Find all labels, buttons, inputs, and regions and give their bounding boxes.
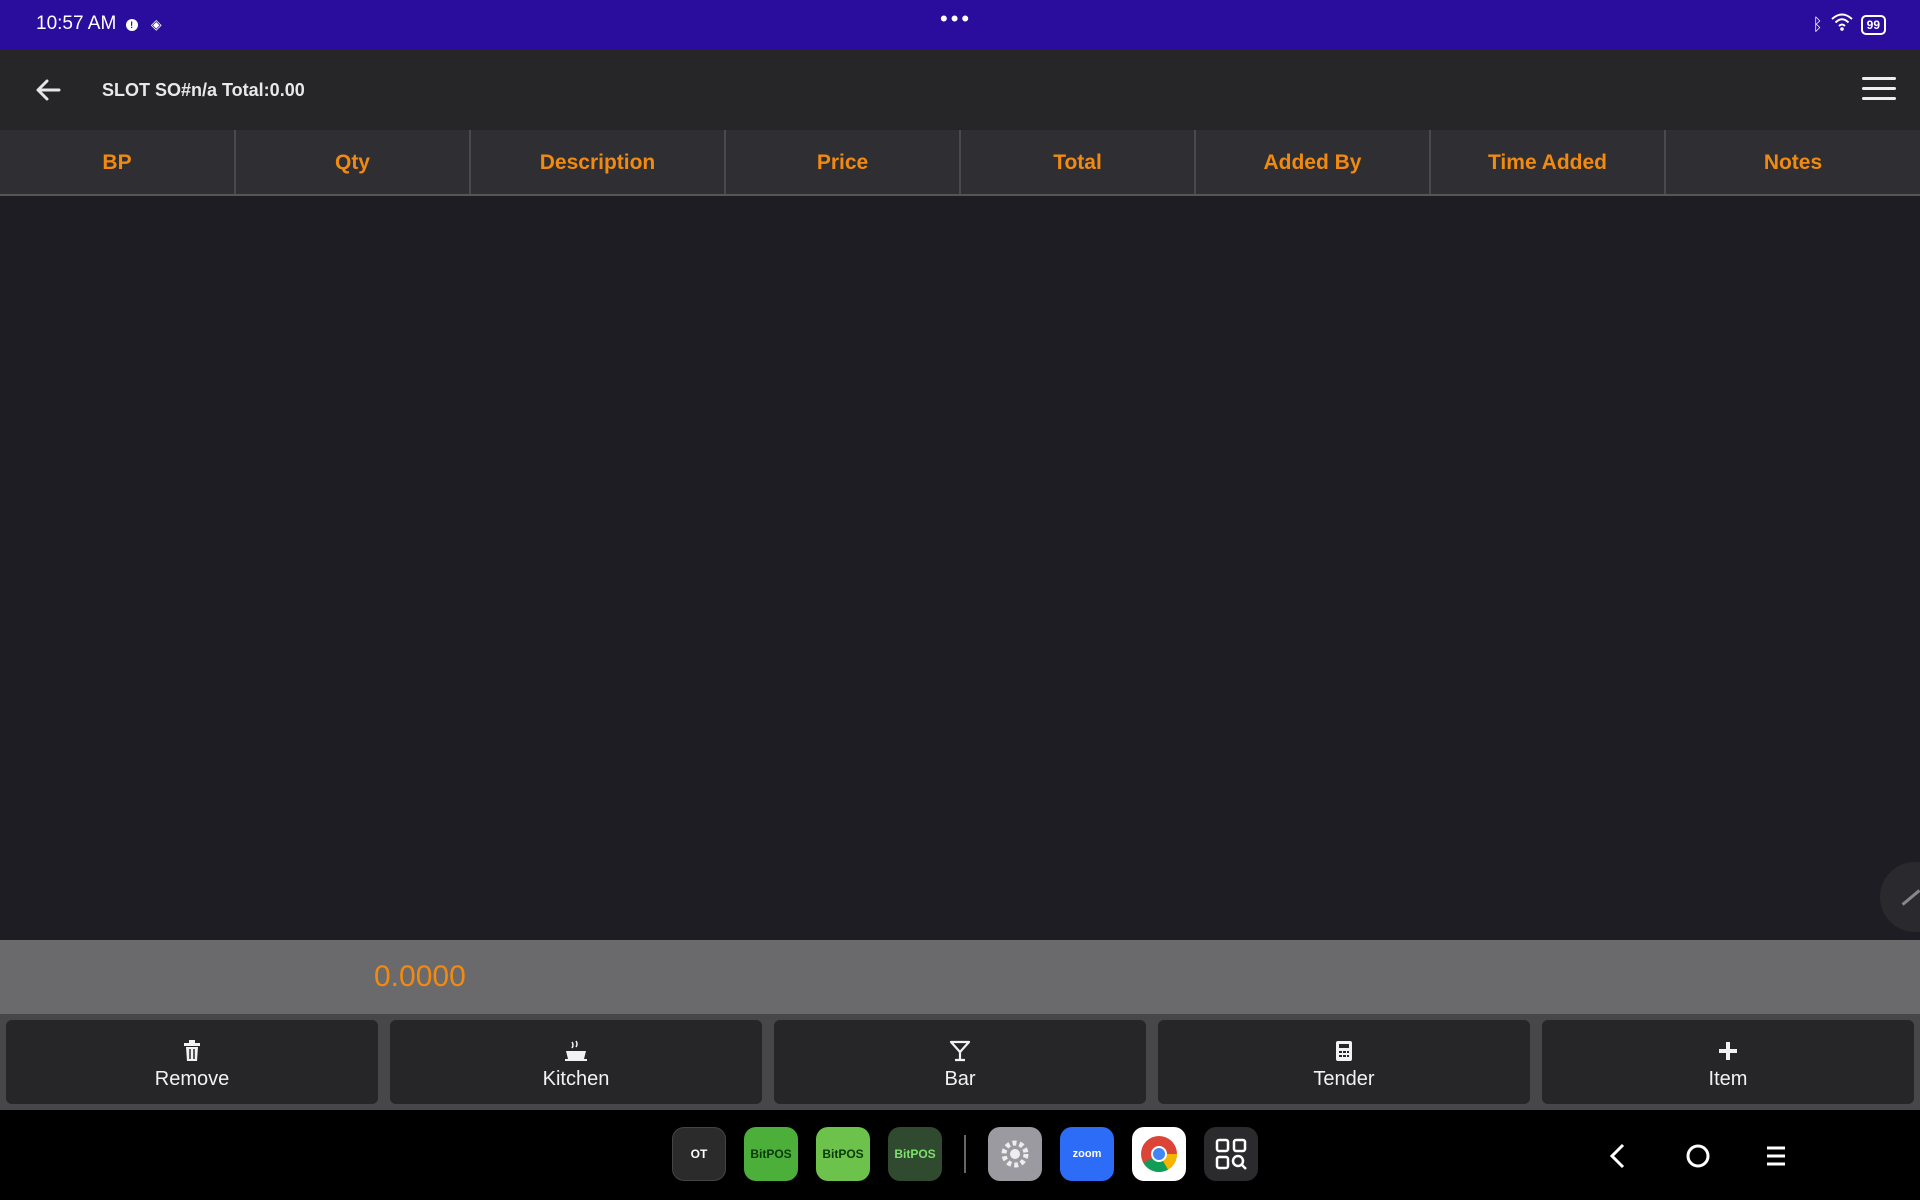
item-label: Item xyxy=(1708,1068,1748,1090)
app-dock: OT BitPOS BitPOS BitPOS zoom xyxy=(672,1127,1258,1181)
info-icon: ! xyxy=(125,19,138,31)
menu-line xyxy=(1862,87,1896,90)
column-header-bp[interactable]: BP xyxy=(0,130,236,194)
tender-label: Tender xyxy=(1313,1068,1375,1090)
motp-app-label: OT xyxy=(690,1147,708,1161)
kitchen-label: Kitchen xyxy=(542,1068,610,1090)
battery-icon: 99 xyxy=(1860,14,1886,35)
plus-icon xyxy=(1542,1040,1914,1066)
clock-text: 10:57 AM xyxy=(36,13,117,34)
nav-back-icon[interactable] xyxy=(1596,1134,1640,1178)
status-icons: ᛒ 99 xyxy=(1812,13,1886,36)
remove-label: Remove xyxy=(154,1068,230,1090)
status-bar: 10:57 AM ! ◈ ••• ᛒ 99 xyxy=(0,0,1920,50)
bar-button[interactable]: Bar xyxy=(774,1020,1146,1104)
settings-app-icon[interactable] xyxy=(988,1127,1042,1181)
column-header-price[interactable]: Price xyxy=(726,130,961,194)
page-title: SLOT SO#n/a Total:0.00 xyxy=(102,80,305,100)
wifi-icon xyxy=(1830,13,1853,36)
bitpos-attendance-app-label: BitPOS xyxy=(822,1147,864,1161)
column-header-notes[interactable]: Notes xyxy=(1666,130,1920,194)
kitchen-button[interactable]: Kitchen xyxy=(390,1020,762,1104)
column-header-description[interactable]: Description xyxy=(471,130,726,194)
status-time: 10:57 AM ! ◈ xyxy=(36,13,162,35)
bitpos-terminal-app-icon[interactable]: BitPOS xyxy=(888,1127,942,1181)
bar-label: Bar xyxy=(944,1068,976,1090)
column-header-time-added[interactable]: Time Added xyxy=(1431,130,1666,194)
motp-app-icon[interactable]: OT xyxy=(672,1127,726,1181)
remove-button[interactable]: Remove xyxy=(6,1020,378,1104)
dock-divider xyxy=(964,1135,966,1173)
app-bar: SLOT SO#n/a Total:0.00 xyxy=(0,50,1920,130)
zoom-app-label: zoom xyxy=(1072,1148,1102,1160)
menu-line xyxy=(1862,97,1896,100)
trash-icon xyxy=(6,1040,378,1066)
table-header: BP Qty Description Price Total Added By … xyxy=(0,130,1920,196)
bluetooth-icon: ᛒ xyxy=(1812,14,1823,34)
cocktail-glass-icon xyxy=(774,1040,1146,1066)
bitpos-app-icon[interactable]: BitPOS xyxy=(744,1127,798,1181)
app-drawer-icon[interactable] xyxy=(1204,1127,1258,1181)
chrome-app-icon[interactable] xyxy=(1132,1127,1186,1181)
status-center-dots[interactable]: ••• xyxy=(940,6,972,32)
table-body[interactable] xyxy=(0,198,1920,940)
menu-line xyxy=(1862,77,1896,80)
hamburger-menu-icon[interactable] xyxy=(1856,70,1902,110)
cast-icon: ◈ xyxy=(150,16,162,32)
nav-home-icon[interactable] xyxy=(1676,1134,1720,1178)
tender-button[interactable]: Tender xyxy=(1158,1020,1530,1104)
back-arrow-icon[interactable] xyxy=(26,68,70,112)
cooking-pot-icon xyxy=(390,1040,762,1066)
calculator-icon xyxy=(1158,1040,1530,1066)
column-header-added-by[interactable]: Added By xyxy=(1196,130,1431,194)
bitpos-terminal-app-label: BitPOS xyxy=(894,1147,936,1161)
column-header-qty[interactable]: Qty xyxy=(236,130,471,194)
nav-recents-icon[interactable] xyxy=(1754,1134,1798,1178)
summary-total-value: 0.0000 xyxy=(374,960,466,993)
summary-bar: 0.0000 xyxy=(0,940,1920,1014)
zoom-app-icon[interactable]: zoom xyxy=(1060,1127,1114,1181)
add-item-button[interactable]: Item xyxy=(1542,1020,1914,1104)
action-bar: Remove Kitchen Bar Tender Item xyxy=(0,1014,1920,1110)
system-nav-bar: OT BitPOS BitPOS BitPOS zoom xyxy=(0,1110,1920,1200)
column-header-total[interactable]: Total xyxy=(961,130,1196,194)
bitpos-attendance-app-icon[interactable]: BitPOS xyxy=(816,1127,870,1181)
bitpos-app-label: BitPOS xyxy=(750,1147,792,1161)
